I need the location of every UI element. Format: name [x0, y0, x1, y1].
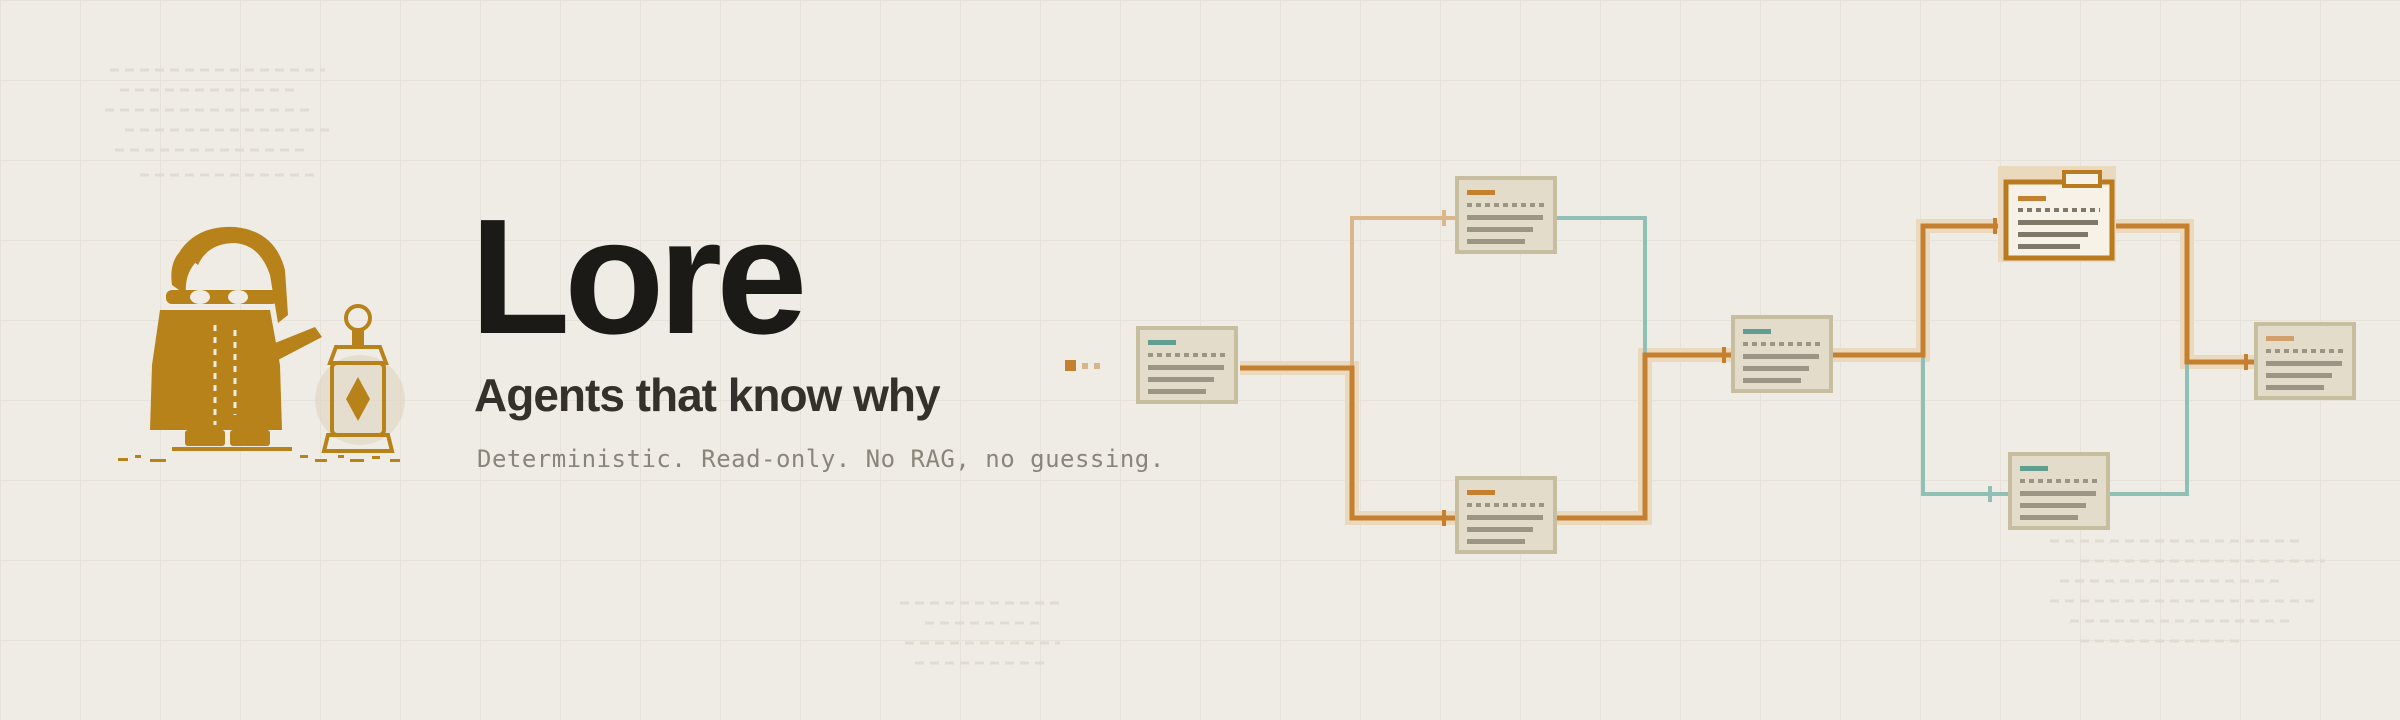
document-card-lower-2	[2008, 452, 2110, 530]
decorative-dash-cluster-bottom-center	[900, 601, 1065, 665]
document-card-middle	[1731, 315, 1833, 393]
page-title: Lore	[470, 185, 807, 368]
document-card-start	[1136, 326, 1238, 404]
document-card-end	[2254, 322, 2356, 400]
decorative-dash-cluster-top-left	[105, 68, 335, 177]
document-card-lower-1	[1455, 476, 1557, 554]
wizard-mascot-icon	[118, 226, 405, 462]
page-subtitle: Agents that know why	[474, 369, 941, 421]
tagline: Deterministic. Read-only. No RAG, no gue…	[477, 445, 1165, 473]
folder-document-icon	[1998, 166, 2116, 262]
flow-diagram	[1065, 166, 2356, 554]
document-card-upper-1	[1455, 176, 1557, 254]
